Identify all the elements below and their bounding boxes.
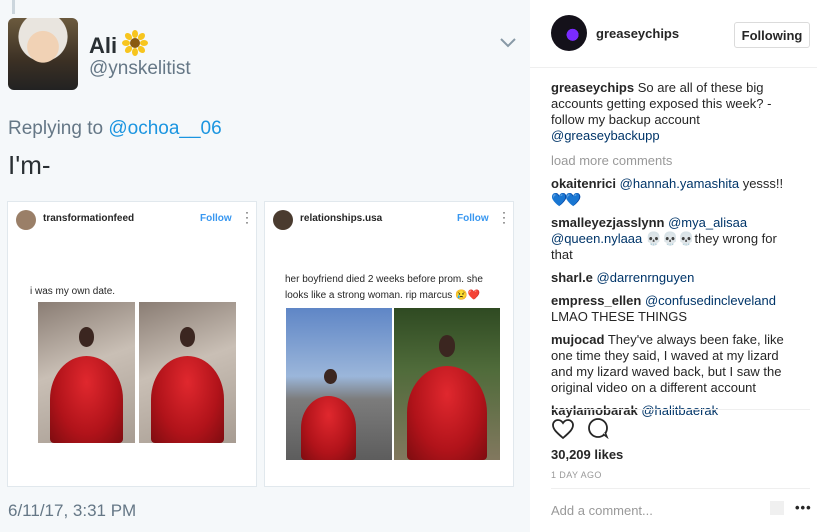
photo-dress [150, 355, 225, 443]
author-avatar[interactable] [551, 15, 587, 51]
list-item: mujocad They've always been fake, like o… [551, 332, 801, 396]
photo-head [179, 327, 196, 348]
comment-username[interactable]: empress_ellen [551, 293, 641, 308]
post-2-username: relationships.usa [300, 213, 383, 224]
comment-mention-2[interactable]: @queen.nylaaa [551, 231, 642, 246]
comment-mention[interactable]: @mya_alisaa [668, 215, 747, 230]
comment-username[interactable]: kaylamobarak [551, 403, 638, 418]
post-2-caption: her boyfriend died 2 weeks before prom. … [285, 274, 483, 301]
comment-mention[interactable]: @halitbaerak [641, 403, 718, 418]
add-comment-input[interactable] [551, 503, 761, 518]
photo-dress [406, 365, 488, 460]
post-1-avatar [16, 210, 36, 230]
caption-mention[interactable]: @greaseybackupp [551, 128, 660, 143]
chevron-down-icon [500, 38, 516, 48]
photo-head [78, 327, 95, 348]
tweet-author-handle: @ynskelitist [89, 58, 191, 79]
post-1-username: transformationfeed [43, 213, 135, 224]
post-2-avatar [273, 210, 293, 230]
photo-head [324, 368, 337, 384]
comment-username[interactable]: sharl.e [551, 270, 593, 285]
emoji-placeholder [770, 501, 784, 515]
post-2-follow: Follow [457, 213, 489, 224]
photo-head [438, 335, 456, 357]
post-2-photo-right [394, 308, 500, 460]
following-button[interactable]: Following [734, 22, 810, 48]
post-1-more-icon: · · · [245, 205, 249, 229]
sunflower-icon [122, 30, 148, 56]
caption: greaseychips So are all of these big acc… [551, 80, 801, 144]
list-item: empress_ellen @confusedincleveland LMAO … [551, 293, 801, 325]
blue-heart-emoji: 💙💙 [551, 192, 581, 207]
post-1-photo-right [139, 302, 236, 443]
tweet-screenshot: Ali @ynskelitist Replying to @ochoa__06 … [0, 0, 530, 532]
embedded-post-1: transformationfeed Follow · · · i was my o… [7, 201, 257, 487]
comment-username[interactable]: okaitenrici [551, 176, 616, 191]
thread-line [12, 0, 15, 14]
list-item: smalleyezjasslynn @mya_alisaa @queen.nyl… [551, 215, 801, 263]
comment-username[interactable]: mujocad [551, 332, 604, 347]
caption-username[interactable]: greaseychips [551, 80, 634, 95]
comment-mention[interactable]: @hannah.yamashita [620, 176, 739, 191]
likes-count[interactable]: 30,209 likes [551, 447, 623, 462]
tweet-avatar [8, 18, 78, 90]
replying-mention: @ochoa__06 [108, 118, 222, 139]
photo-dress [49, 355, 124, 443]
list-item: sharl.e @darrenrnguyen [551, 270, 801, 286]
load-more-comments[interactable]: load more comments [551, 153, 801, 169]
heart-icon[interactable] [551, 417, 575, 441]
list-item: okaitenrici @hannah.yamashita yesss!! 💙💙 [551, 176, 801, 208]
post-2-photo-left [286, 308, 392, 460]
post-1-caption: i was my own date. [30, 286, 116, 297]
tweet-date: 6/11/17, 3:31 PM [8, 501, 137, 520]
post-1-follow: Follow [200, 213, 232, 224]
comment-username[interactable]: smalleyezjasslynn [551, 215, 664, 230]
replying-to: Replying to @ochoa__06 [8, 118, 222, 140]
comment-mention[interactable]: @darrenrnguyen [597, 270, 695, 285]
more-options-icon[interactable]: ••• [795, 500, 812, 515]
author-username[interactable]: greaseychips [596, 26, 679, 41]
instagram-sidebar: greaseychips Following greaseychips So a… [530, 0, 817, 532]
comment-mention[interactable]: @confusedincleveland [645, 293, 776, 308]
comment-text: LMAO THESE THINGS [551, 309, 688, 324]
post-2-more-icon: · · · [502, 205, 506, 229]
comment-icon[interactable] [587, 417, 609, 439]
post-1-photo-left [38, 302, 135, 443]
photo-dress [300, 396, 356, 460]
comments-list: greaseychips So are all of these big acc… [551, 80, 801, 426]
post-timestamp: 1 DAY AGO [551, 470, 602, 480]
embedded-post-2: relationships.usa Follow · · · her boyfrie… [264, 201, 514, 487]
divider [551, 409, 810, 410]
tweet-author-name: Ali [89, 33, 118, 58]
tweet-text: I'm- [8, 150, 51, 180]
divider [551, 488, 810, 489]
replying-prefix: Replying to [8, 118, 109, 139]
post-header: greaseychips Following [530, 0, 817, 68]
comment-text: yesss!! [739, 176, 784, 191]
